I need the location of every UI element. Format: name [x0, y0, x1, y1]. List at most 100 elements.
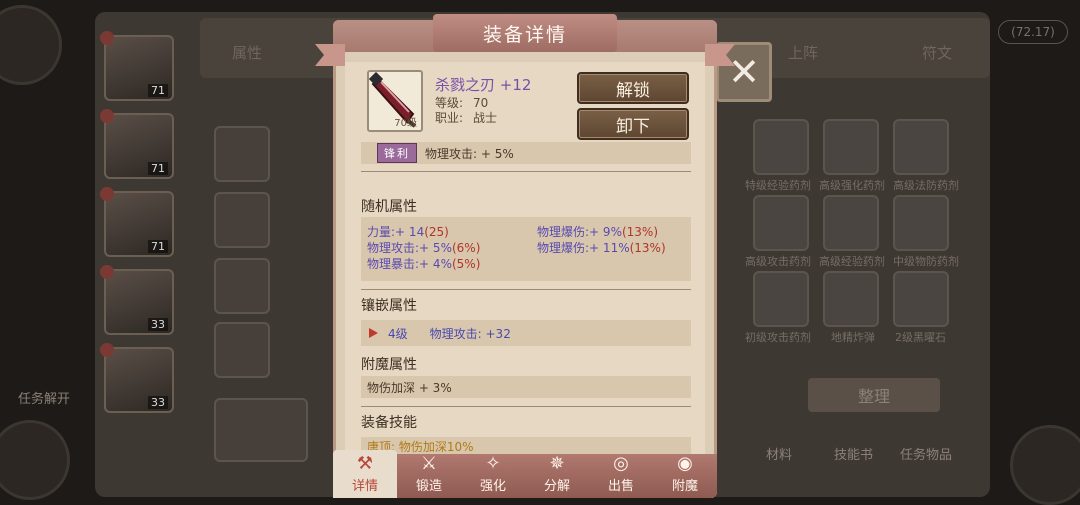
inventory-slot[interactable] [893, 271, 949, 327]
attr-name: 物理爆伤 [537, 241, 586, 255]
sharp-row: 锋利 物理攻击: + 5% [361, 142, 691, 164]
hero-badge-icon [100, 187, 114, 201]
inventory-slot[interactable] [893, 195, 949, 251]
attr-row: 物理暴击:+ 4%(5%) [367, 255, 480, 272]
slot-label: 高级强化药剂 [819, 179, 885, 192]
slot-label: 中级物防药剂 [893, 255, 959, 268]
hero-level: 71 [148, 84, 168, 97]
item-meta: 等级: 70 职业: 战士 [435, 96, 497, 126]
tab-attributes[interactable]: 属性 [232, 42, 262, 63]
hero-card[interactable]: 33 [100, 343, 174, 413]
equipment-detail-modal: 装备详情 70级 杀戮之刃 +12 等级: 70 职业: 战士 解锁 卸下 锋利 [315, 14, 735, 498]
slot-label: 高级经验药剂 [819, 255, 885, 268]
tab-sell[interactable]: ◎ 出售 [589, 454, 653, 498]
attr-value: :+ 11% [585, 241, 630, 255]
inventory-slot[interactable] [753, 195, 809, 251]
attr-name: 物理暴击 [367, 257, 416, 271]
tab-details[interactable]: ⚒ 详情 [333, 450, 397, 498]
attr-max: (13%) [621, 225, 659, 239]
inlay-title: 镶嵌属性 [361, 298, 417, 314]
hero-card[interactable]: 71 [100, 31, 174, 101]
inventory-slot[interactable] [753, 119, 809, 175]
slot-label: 初级攻击药剂 [745, 331, 811, 344]
inventory-slot[interactable] [823, 195, 879, 251]
slot-label: 特级经验药剂 [745, 179, 811, 192]
tab-runes[interactable]: 符文 [922, 42, 952, 63]
skill-row: 唐顶: 物伤加深10% [361, 437, 691, 454]
slot-label: 高级法防药剂 [893, 179, 959, 192]
tab-enhance[interactable]: ✧ 强化 [461, 454, 525, 498]
bottom-tab-materials[interactable]: 材料 [766, 444, 792, 463]
slot-label: 2级黑曜石 [895, 331, 946, 344]
unequip-button[interactable]: 卸下 [577, 108, 689, 140]
tab-label: 附魔 [671, 479, 698, 494]
item-icon-frame: 70级 [367, 70, 423, 132]
level-value: 70 [473, 96, 489, 110]
tab-label: 出售 [607, 479, 634, 494]
enchant-effect: 物伤加深 + 3% [367, 380, 452, 395]
tab-label: 锻造 [415, 479, 442, 494]
enchant-row: 物伤加深 + 3% [361, 376, 691, 398]
sparkle-icon: ✧ [485, 453, 501, 474]
burst-icon: ✵ [549, 453, 565, 474]
hero-level: 33 [148, 318, 168, 331]
inlay-row: 4级 物理攻击: +32 [361, 320, 691, 346]
attr-row: 物理攻击:+ 5%(6%) [367, 239, 480, 256]
random-attrs-title: 随机属性 [361, 199, 417, 215]
inlay-level: 4级 [388, 326, 408, 341]
bottom-tab-quest-items[interactable]: 任务物品 [900, 444, 952, 463]
hero-level: 71 [148, 240, 168, 253]
tab-label: 分解 [543, 479, 570, 494]
inventory-slot[interactable] [823, 119, 879, 175]
attr-max: (13%) [629, 241, 666, 255]
tab-deploy[interactable]: 上阵 [788, 42, 818, 63]
random-attrs-box: 力量:+ 14(25) 物理攻击:+ 5%(6%) 物理暴击:+ 4%(5%) … [361, 217, 691, 281]
attr-value: :+ 14 [391, 225, 425, 239]
unlock-button[interactable]: 解锁 [577, 72, 689, 104]
tab-forge[interactable]: ⚔ 锻造 [397, 454, 461, 498]
menu-ring-right-bottom [1010, 425, 1080, 505]
item-icon-level: 70级 [394, 118, 417, 129]
modal-body: 70级 杀戮之刃 +12 等级: 70 职业: 战士 解锁 卸下 锋利 物理攻击: … [345, 62, 705, 454]
attr-value: :+ 5% [415, 241, 452, 255]
item-summary: 70级 杀戮之刃 +12 等级: 70 职业: 战士 解锁 卸下 锋利 物理攻击: … [345, 62, 705, 164]
equip-slot[interactable] [214, 192, 270, 248]
attr-row: 力量:+ 14(25) [367, 223, 449, 240]
sharp-effect: 物理攻击: + 5% [425, 146, 514, 161]
sharp-tag: 锋利 [377, 143, 417, 163]
inventory-slot[interactable] [753, 271, 809, 327]
menu-ring-left [0, 5, 62, 85]
equip-slot[interactable] [214, 126, 270, 182]
equip-slot[interactable] [214, 322, 270, 378]
hero-badge-icon [100, 343, 114, 357]
tab-enchant[interactable]: ◉ 附魔 [653, 454, 717, 498]
hero-card[interactable]: 33 [100, 265, 174, 335]
magic-eye-icon: ◉ [677, 453, 693, 474]
hero-list: 71 71 71 33 33 [100, 31, 184, 425]
hero-card[interactable]: 71 [100, 109, 174, 179]
sort-button[interactable]: 整理 [808, 378, 940, 412]
hero-level: 71 [148, 162, 168, 175]
attr-value: :+ 4% [415, 257, 452, 271]
inventory-slot[interactable] [823, 271, 879, 327]
equip-slot[interactable] [214, 258, 270, 314]
attr-name: 物理攻击 [367, 241, 416, 255]
enchant-title: 附魔属性 [361, 357, 417, 373]
class-label: 职业: [435, 111, 464, 125]
level-label: 等级: [435, 96, 464, 110]
modal-tabbar: ⚒ 详情 ⚔ 锻造 ✧ 强化 ✵ 分解 ◎ 出售 ◉ 附魔 [333, 450, 717, 498]
divider [361, 406, 691, 407]
attr-max: (25) [424, 225, 449, 239]
attr-name: 物理爆伤 [537, 225, 586, 239]
menu-ring-left-bottom [0, 420, 70, 500]
attr-value: :+ 9% [585, 225, 622, 239]
slot-label: 地精炸弹 [831, 331, 875, 344]
tab-dismantle[interactable]: ✵ 分解 [525, 454, 589, 498]
attr-max: (6%) [451, 241, 481, 255]
inventory-slot[interactable] [893, 119, 949, 175]
bottom-tab-skillbooks[interactable]: 技能书 [834, 444, 873, 463]
side-label: 任务解开 [18, 392, 71, 407]
hero-badge-icon [100, 31, 114, 45]
hero-card[interactable]: 71 [100, 187, 174, 257]
pet-slot[interactable] [214, 398, 308, 462]
